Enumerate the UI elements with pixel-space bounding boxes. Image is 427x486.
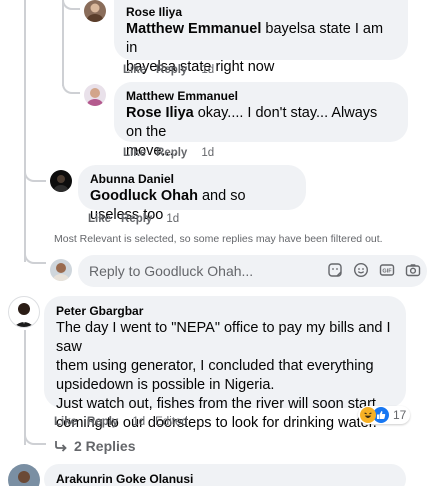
avatar-image bbox=[18, 471, 30, 483]
comment-actions: Like Reply 1d bbox=[123, 147, 214, 159]
avatar-image bbox=[53, 263, 69, 281]
reply-button[interactable]: Reply bbox=[156, 147, 187, 159]
comment-actions: Like Reply 1d bbox=[123, 64, 214, 76]
avatar-peter-gbargbar[interactable] bbox=[8, 296, 40, 328]
reply-button[interactable]: Reply bbox=[156, 64, 187, 76]
view-replies-button[interactable]: 2 Replies bbox=[54, 438, 135, 454]
reply-input-tools: GIF bbox=[327, 262, 421, 278]
like-button[interactable]: Like bbox=[123, 64, 146, 76]
thread-line-outer bbox=[24, 0, 26, 262]
reply-input-placeholder: Reply to Goodluck Ohah... bbox=[89, 263, 254, 279]
haha-icon bbox=[360, 407, 376, 423]
camera-icon[interactable] bbox=[405, 262, 421, 278]
like-button[interactable]: Like bbox=[88, 213, 111, 225]
comment-text-line: The day I went to "NEPA" office to pay m… bbox=[56, 320, 391, 355]
comment-text: Matthew Emmanuel bayelsa state I am in bbox=[126, 21, 384, 56]
avatar-rose-iliya[interactable] bbox=[84, 0, 106, 22]
comment-author[interactable]: Abunna Daniel bbox=[90, 171, 294, 187]
reaction-count: 17 bbox=[393, 408, 407, 422]
thread-curve-reply-box bbox=[24, 250, 46, 264]
comment-author[interactable]: Rose Iliya bbox=[126, 4, 396, 20]
filter-note: Most Relevant is selected, so some repli… bbox=[54, 233, 383, 245]
comment-bubble-abunna-daniel: Abunna Daniel Goodluck Ohah and so usele… bbox=[78, 165, 306, 223]
view-replies-label: 2 Replies bbox=[74, 438, 136, 454]
avatar-image bbox=[54, 175, 68, 192]
comment-text-line: them using generator, I concluded that e… bbox=[56, 358, 374, 374]
mention-link[interactable]: Matthew Emmanuel bbox=[126, 21, 261, 37]
sticker-icon[interactable] bbox=[327, 262, 343, 278]
like-button[interactable]: Like bbox=[54, 416, 77, 428]
comment-bubble-peter-gbargbar: Peter Gbargbar The day I went to "NEPA" … bbox=[44, 296, 406, 431]
comment-actions: Like Reply 1d Edited bbox=[54, 416, 188, 428]
timestamp[interactable]: 1d bbox=[201, 147, 214, 159]
svg-text:GIF: GIF bbox=[382, 269, 392, 275]
comment-bubble-rose-iliya: Rose Iliya Matthew Emmanuel bayelsa stat… bbox=[114, 0, 408, 75]
reply-input[interactable]: Reply to Goodluck Ohah... GIF bbox=[78, 255, 427, 287]
reaction-summary[interactable]: 17 bbox=[358, 406, 411, 424]
reply-arrow-icon bbox=[55, 441, 67, 452]
like-button[interactable]: Like bbox=[123, 147, 146, 159]
comment-text-line: upsidedown is possible in Nigeria. bbox=[56, 377, 275, 393]
reply-button[interactable]: Reply bbox=[121, 213, 152, 225]
comment-author[interactable]: Arakunrin Goke Olanusi bbox=[56, 471, 394, 486]
avatar-image bbox=[87, 88, 103, 106]
comment-author[interactable]: Matthew Emmanuel bbox=[126, 88, 396, 104]
thread-curve-abunna bbox=[24, 170, 46, 182]
timestamp[interactable]: 1d bbox=[201, 64, 214, 76]
timestamp[interactable]: 1d bbox=[132, 416, 145, 428]
comment-bubble-matthew-emmanuel: Matthew Emmanuel Rose Iliya okay.... I d… bbox=[114, 82, 408, 159]
comment-text: Rose Iliya okay.... I don't stay... Alwa… bbox=[126, 105, 378, 140]
emoji-icon[interactable] bbox=[353, 262, 369, 278]
mention-link[interactable]: Goodluck Ohah bbox=[90, 188, 198, 204]
avatar-matthew-emmanuel[interactable] bbox=[84, 84, 106, 106]
thread-line-main bbox=[24, 330, 26, 445]
gif-icon[interactable]: GIF bbox=[379, 262, 395, 278]
comment-author[interactable]: Peter Gbargbar bbox=[56, 303, 394, 319]
edited-label: Edited bbox=[155, 416, 188, 428]
thread-curve-replies bbox=[24, 432, 46, 445]
comment-actions: Like Reply 1d bbox=[88, 213, 179, 225]
comment-bubble-arakunrin-goke-olanusi: Arakunrin Goke Olanusi bbox=[44, 464, 406, 486]
avatar-current-user[interactable] bbox=[50, 259, 72, 281]
avatar-image bbox=[13, 303, 35, 327]
avatar-arakunrin-goke-olanusi[interactable] bbox=[8, 464, 40, 486]
avatar-image bbox=[87, 3, 103, 22]
mention-link[interactable]: Rose Iliya bbox=[126, 105, 194, 121]
timestamp[interactable]: 1d bbox=[166, 213, 179, 225]
thread-curve-rose bbox=[62, 0, 80, 10]
thread-line-inner bbox=[62, 0, 64, 86]
comment-text-line: Just watch out, fishes from the river wi… bbox=[56, 396, 376, 412]
avatar-abunna-daniel[interactable] bbox=[50, 170, 72, 192]
thread-curve-matthew bbox=[62, 80, 80, 94]
reply-button[interactable]: Reply bbox=[87, 416, 118, 428]
